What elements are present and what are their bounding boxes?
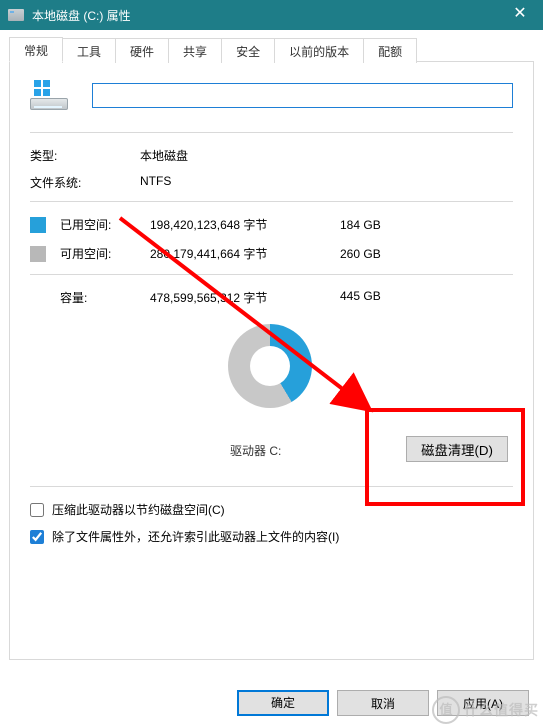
drive-row: 驱动器 C: 磁盘清理(D) <box>30 432 513 472</box>
row-filesystem: 文件系统: NTFS <box>30 174 513 191</box>
footer-buttons: 确定 取消 应用(A) <box>0 690 543 716</box>
tab-previous-versions[interactable]: 以前的版本 <box>274 38 364 63</box>
ok-button[interactable]: 确定 <box>237 690 329 716</box>
drive-large-icon <box>30 80 70 110</box>
fs-label: 文件系统: <box>30 174 140 191</box>
row-free: 可用空间: 280,179,441,664 字节 260 GB <box>30 245 513 262</box>
free-gb: 260 GB <box>340 247 410 261</box>
used-label: 已用空间: <box>60 216 150 233</box>
free-color-swatch <box>30 246 46 262</box>
divider <box>30 274 513 275</box>
cancel-button[interactable]: 取消 <box>337 690 429 716</box>
tab-quota[interactable]: 配额 <box>363 38 417 63</box>
window-title: 本地磁盘 (C:) 属性 <box>32 7 497 24</box>
row-type: 类型: 本地磁盘 <box>30 147 513 164</box>
disk-cleanup-button[interactable]: 磁盘清理(D) <box>406 436 508 462</box>
drive-label: 驱动器 C: <box>230 442 281 459</box>
index-row: 除了文件属性外，还允许索引此驱动器上文件的内容(I) <box>30 528 513 545</box>
divider <box>30 201 513 202</box>
usage-donut-chart <box>228 324 312 408</box>
used-color-swatch <box>30 217 46 233</box>
used-bytes: 198,420,123,648 字节 <box>150 216 340 233</box>
capacity-gb: 445 GB <box>340 289 381 306</box>
header-row <box>30 80 513 110</box>
apply-button[interactable]: 应用(A) <box>437 690 529 716</box>
fs-value: NTFS <box>140 174 171 191</box>
divider <box>30 132 513 133</box>
tab-tools[interactable]: 工具 <box>62 38 116 63</box>
compress-row: 压缩此驱动器以节约磁盘空间(C) <box>30 501 513 518</box>
index-label[interactable]: 除了文件属性外，还允许索引此驱动器上文件的内容(I) <box>52 528 339 545</box>
tab-general[interactable]: 常规 <box>9 37 63 62</box>
compress-checkbox[interactable] <box>30 503 44 517</box>
row-used: 已用空间: 198,420,123,648 字节 184 GB <box>30 216 513 233</box>
row-capacity: 容量: 478,599,565,312 字节 445 GB <box>30 289 513 306</box>
volume-name-input[interactable] <box>92 83 513 108</box>
usage-donut-wrap <box>30 324 513 424</box>
free-label: 可用空间: <box>60 245 150 262</box>
type-value: 本地磁盘 <box>140 147 188 164</box>
capacity-label: 容量: <box>30 289 150 306</box>
free-bytes: 280,179,441,664 字节 <box>150 245 340 262</box>
close-button[interactable]: ✕ <box>497 0 543 30</box>
compress-label[interactable]: 压缩此驱动器以节约磁盘空间(C) <box>52 501 225 518</box>
divider <box>30 486 513 487</box>
index-checkbox[interactable] <box>30 530 44 544</box>
tab-panel-general: 类型: 本地磁盘 文件系统: NTFS 已用空间: 198,420,123,64… <box>9 62 534 660</box>
titlebar: 本地磁盘 (C:) 属性 ✕ <box>0 0 543 30</box>
dialog-body: 常规 工具 硬件 共享 安全 以前的版本 配额 类型: 本地磁盘 文件系统: N… <box>0 30 543 669</box>
drive-icon <box>8 9 24 21</box>
used-gb: 184 GB <box>340 218 410 232</box>
tab-security[interactable]: 安全 <box>221 38 275 63</box>
space-table: 已用空间: 198,420,123,648 字节 184 GB 可用空间: 28… <box>30 216 513 262</box>
capacity-bytes: 478,599,565,312 字节 <box>150 289 340 306</box>
tab-hardware[interactable]: 硬件 <box>115 38 169 63</box>
tab-sharing[interactable]: 共享 <box>168 38 222 63</box>
type-label: 类型: <box>30 147 140 164</box>
tab-row: 常规 工具 硬件 共享 安全 以前的版本 配额 <box>9 36 534 62</box>
